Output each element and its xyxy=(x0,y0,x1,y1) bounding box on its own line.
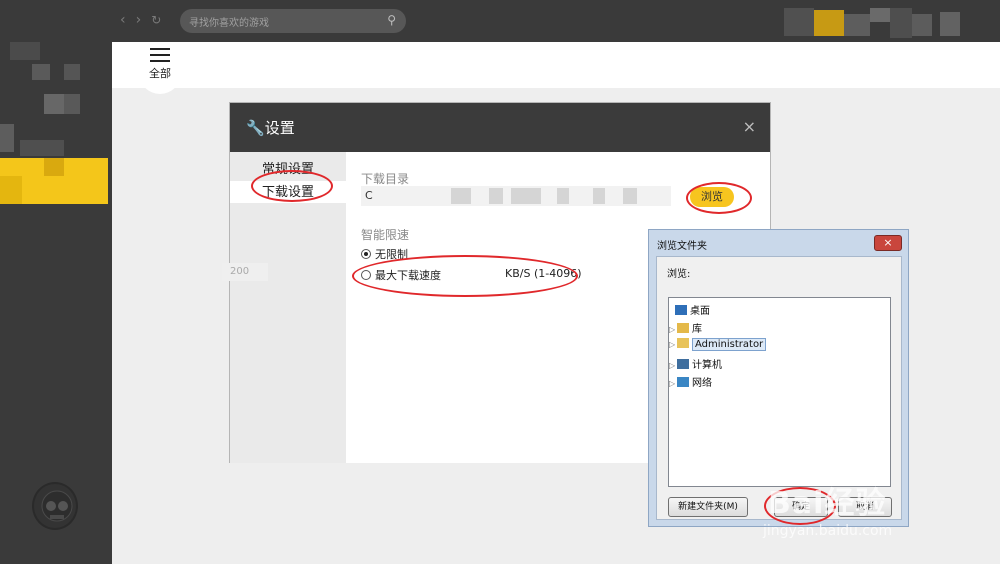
annotation-circle-download-tab xyxy=(251,170,333,202)
download-dir-field[interactable]: C xyxy=(361,186,671,206)
top-bar: ‹›↻ 寻找你喜欢的游戏 ⚲ xyxy=(0,0,1000,42)
tree-item-computer[interactable]: ▷ 计算机 xyxy=(669,356,722,371)
tree-item-administrator[interactable]: ▷ Administrator xyxy=(669,338,767,351)
settings-title: 🔧设置 xyxy=(246,117,295,138)
expand-arrow-icon[interactable]: ▷ xyxy=(669,325,677,334)
close-icon[interactable]: × xyxy=(743,117,756,136)
download-dir-title: 下载目录 xyxy=(361,172,410,186)
folder-tree[interactable]: 桌面 ▷ 库 ▷ Administrator ▷ 计算机 ▷ 网络 xyxy=(668,297,891,487)
baidu-watermark-logo: Bai经验 xyxy=(768,486,887,521)
annotation-circle-max-speed xyxy=(352,255,578,297)
nav-buttons: ‹›↻ xyxy=(120,12,171,28)
browse-label: 浏览: xyxy=(667,269,691,280)
app-mascot-icon[interactable] xyxy=(32,482,78,530)
left-sidebar xyxy=(0,0,112,564)
library-icon xyxy=(677,323,689,333)
annotation-circle-browse xyxy=(686,182,752,214)
search-placeholder: 寻找你喜欢的游戏 xyxy=(189,18,269,29)
back-button[interactable]: ‹ xyxy=(120,12,136,28)
settings-title-text: 设置 xyxy=(264,119,295,137)
user-folder-icon xyxy=(677,338,689,348)
browse-folder-title: 浏览文件夹 xyxy=(657,241,707,252)
forward-button[interactable]: › xyxy=(136,12,152,28)
close-icon[interactable]: × xyxy=(874,235,902,251)
speed-limit-title: 智能限速 xyxy=(361,228,410,242)
tree-item-label: 库 xyxy=(692,324,702,335)
expand-arrow-icon[interactable]: ▷ xyxy=(669,340,677,349)
search-input[interactable]: 寻找你喜欢的游戏 ⚲ xyxy=(180,9,406,33)
search-icon[interactable]: ⚲ xyxy=(387,13,396,27)
refresh-button[interactable]: ↻ xyxy=(151,13,171,27)
desktop-icon xyxy=(675,305,687,315)
tree-item-label: 网络 xyxy=(692,378,712,389)
tree-item-desktop[interactable]: 桌面 xyxy=(675,302,710,317)
category-strip xyxy=(112,42,1000,88)
all-menu-button[interactable]: 全部 xyxy=(139,42,181,94)
menu-icon xyxy=(150,48,170,62)
tree-item-label: 桌面 xyxy=(690,306,710,317)
radio-dot-selected xyxy=(361,249,371,259)
new-folder-button[interactable]: 新建文件夹(M) xyxy=(668,497,748,517)
tree-item-library[interactable]: ▷ 库 xyxy=(669,320,702,335)
settings-dialog-header: 🔧设置 × xyxy=(230,103,770,152)
all-menu-label: 全部 xyxy=(149,67,171,80)
expand-arrow-icon[interactable]: ▷ xyxy=(669,361,677,370)
computer-icon xyxy=(677,359,689,369)
wrench-icon: 🔧 xyxy=(246,119,265,137)
tree-item-label: Administrator xyxy=(692,338,767,351)
expand-arrow-icon[interactable]: ▷ xyxy=(669,379,677,388)
tree-item-label: 计算机 xyxy=(692,360,722,371)
tree-item-network[interactable]: ▷ 网络 xyxy=(669,374,712,389)
baidu-watermark-url: jingyan.baidu.com xyxy=(763,523,893,539)
download-dir-value: C xyxy=(365,189,373,202)
max-speed-input[interactable]: 200 xyxy=(222,263,268,281)
network-icon xyxy=(677,377,689,387)
